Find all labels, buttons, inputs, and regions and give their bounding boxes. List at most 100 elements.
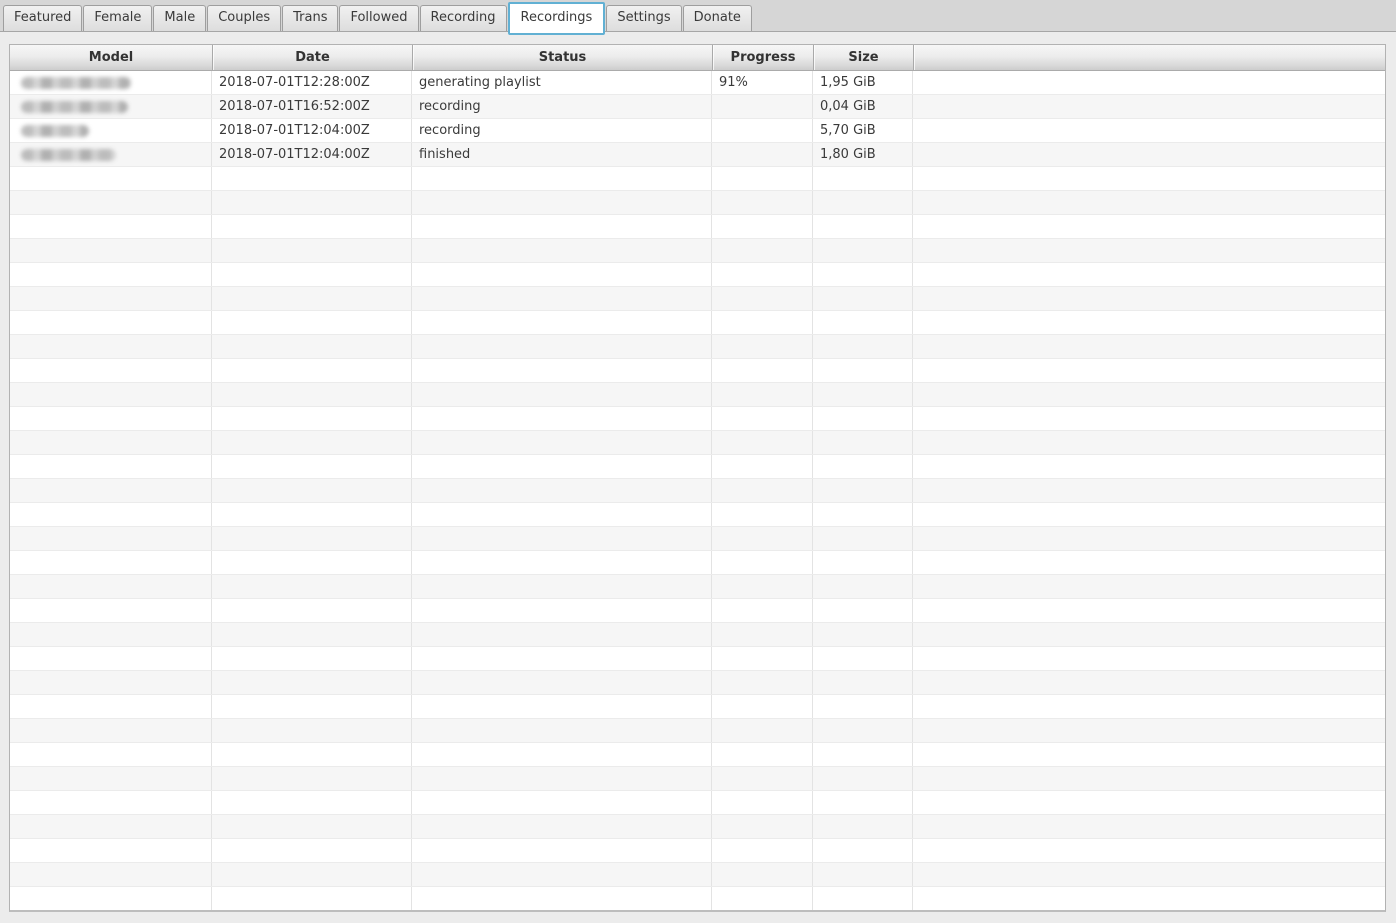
cell-filler [913,431,1385,454]
cell-size [813,167,913,190]
empty-row [10,431,1385,455]
tab-couples[interactable]: Couples [207,5,282,31]
tab-recording[interactable]: Recording [419,5,507,31]
cell-model [10,815,212,838]
cell-status [412,431,712,454]
cell-filler [913,551,1385,574]
cell-date [212,551,412,574]
cell-filler [913,647,1385,670]
cell-progress [712,119,813,142]
cell-date [212,503,412,526]
cell-status [412,671,712,694]
table-row[interactable]: 2018-07-01T12:04:00Z finished 1,80 GiB [10,143,1385,167]
table-row[interactable]: 2018-07-01T12:04:00Z recording 5,70 GiB [10,119,1385,143]
cell-status: recording [412,95,712,118]
cell-filler [913,815,1385,838]
cell-progress [712,263,813,286]
cell-status [412,287,712,310]
empty-row [10,671,1385,695]
cell-progress [712,143,813,166]
cell-status [412,239,712,262]
cell-status: finished [412,143,712,166]
cell-size [813,215,913,238]
cell-date [212,167,412,190]
cell-size [813,791,913,814]
cell-size [813,887,913,910]
cell-progress [712,815,813,838]
cell-size: 5,70 GiB [813,119,913,142]
cell-size: 1,95 GiB [813,71,913,94]
cell-status [412,767,712,790]
cell-filler [913,743,1385,766]
tab-donate[interactable]: Donate [682,5,752,31]
tab-recordings[interactable]: Recordings [507,2,606,35]
cell-progress [712,359,813,382]
empty-row [10,527,1385,551]
cell-size [813,623,913,646]
cell-progress [712,695,813,718]
cell-progress [712,479,813,502]
cell-model [10,287,212,310]
cell-model [10,311,212,334]
table-body: 2018-07-01T12:28:00Z generating playlist 9… [10,71,1385,910]
empty-row [10,839,1385,863]
column-header-filler [913,45,1385,70]
cell-progress [712,839,813,862]
cell-size [813,815,913,838]
cell-model [10,551,212,574]
cell-model [10,407,212,430]
table-row[interactable]: 2018-07-01T16:52:00Z recording 0,04 GiB [10,95,1385,119]
app-window: { "tab_bar": { "tabs": ["Featured", "Fem… [0,0,1396,923]
cell-date [212,311,412,334]
cell-status [412,695,712,718]
cell-filler [913,71,1385,94]
cell-size [813,455,913,478]
cell-status [412,863,712,886]
cell-size [813,191,913,214]
tab-male[interactable]: Male [153,5,207,31]
cell-progress [712,623,813,646]
cell-filler [913,479,1385,502]
tab-featured[interactable]: Featured [3,5,83,31]
cell-model [10,743,212,766]
cell-size [813,743,913,766]
cell-model [10,767,212,790]
cell-model [10,335,212,358]
cell-size [813,767,913,790]
empty-row [10,239,1385,263]
cell-model [10,671,212,694]
tab-female[interactable]: Female [83,5,153,31]
cell-date [212,599,412,622]
column-header-status[interactable]: Status [412,45,712,70]
cell-size [813,575,913,598]
cell-size [813,407,913,430]
cell-filler [913,719,1385,742]
column-header-size[interactable]: Size [813,45,913,70]
cell-date [212,815,412,838]
cell-model [10,695,212,718]
cell-progress [712,527,813,550]
cell-model [10,719,212,742]
cell-date: 2018-07-01T16:52:00Z [212,95,412,118]
cell-filler [913,167,1385,190]
redacted-model-name [21,124,89,137]
cell-progress [712,599,813,622]
cell-size: 0,04 GiB [813,95,913,118]
cell-date: 2018-07-01T12:28:00Z [212,71,412,94]
tab-settings[interactable]: Settings [606,5,682,31]
cell-size [813,335,913,358]
cell-size [813,671,913,694]
tab-followed[interactable]: Followed [339,5,419,31]
tab-trans[interactable]: Trans [282,5,339,31]
empty-row [10,575,1385,599]
column-header-model[interactable]: Model [10,45,212,70]
empty-row [10,311,1385,335]
cell-model [10,887,212,910]
tab-bar: Featured Female Male Couples Trans Followed Re… [0,0,1396,35]
cell-date [212,791,412,814]
table-row[interactable]: 2018-07-01T12:28:00Z generating playlist 9… [10,71,1385,95]
cell-model [10,191,212,214]
column-header-date[interactable]: Date [212,45,412,70]
cell-status [412,839,712,862]
column-header-progress[interactable]: Progress [712,45,813,70]
